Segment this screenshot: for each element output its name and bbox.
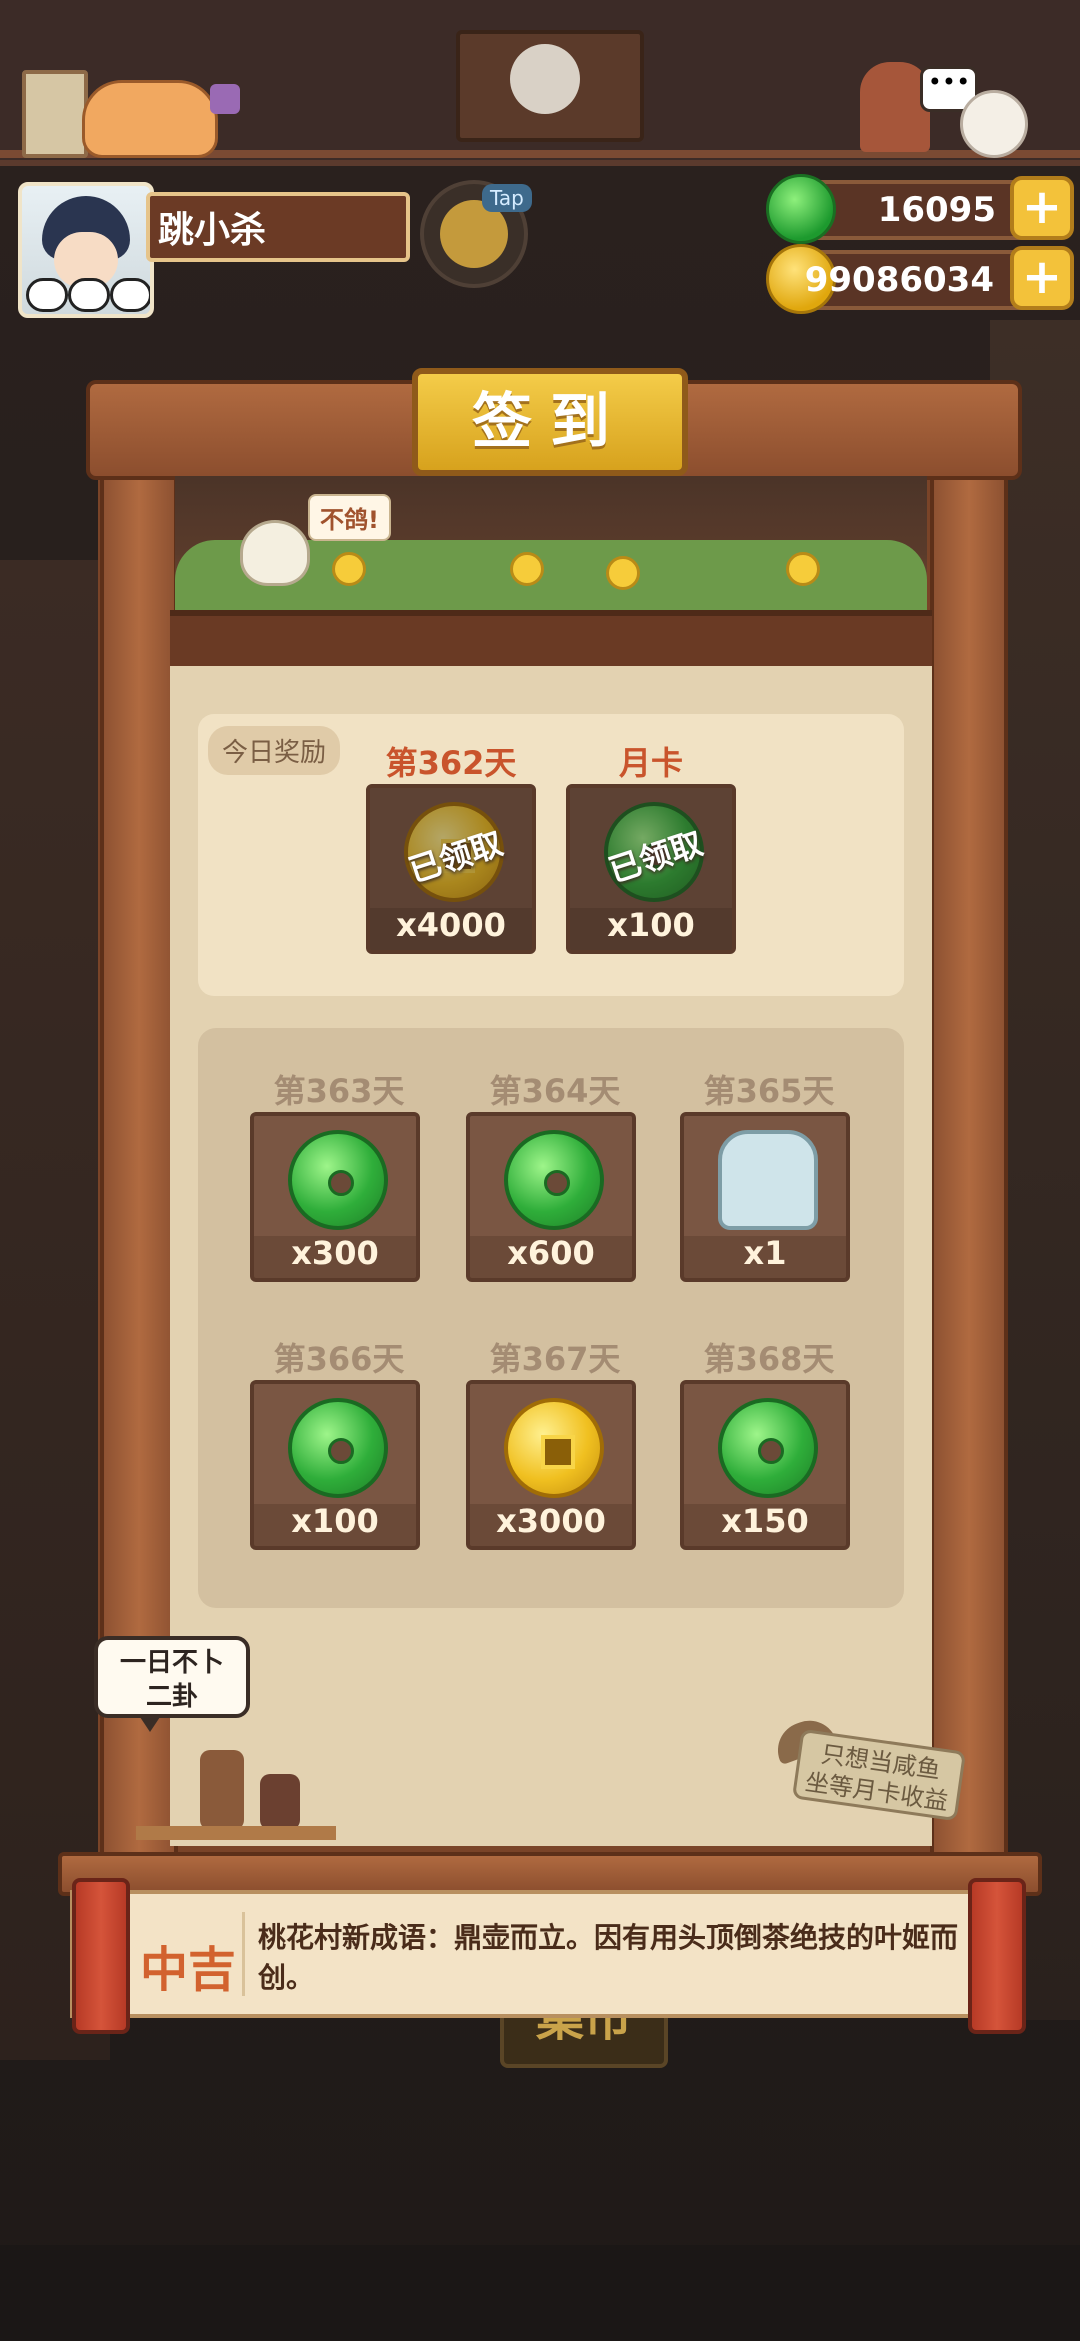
upcoming-reward-slot[interactable]: x600 bbox=[466, 1112, 636, 1282]
chick-icon bbox=[240, 520, 310, 586]
upcoming-reward-slot[interactable]: x300 bbox=[250, 1112, 420, 1282]
upcoming-reward-slot[interactable]: x3000 bbox=[466, 1380, 636, 1550]
shelf-board bbox=[136, 1826, 336, 1840]
jar-icon bbox=[260, 1774, 300, 1830]
panda-icon bbox=[68, 278, 110, 312]
reward-qty: x150 bbox=[721, 1502, 809, 1540]
white-dog-icon bbox=[960, 90, 1028, 158]
add-coin-button[interactable]: + bbox=[1010, 246, 1074, 310]
jade-currency: 16095 + bbox=[766, 174, 1074, 244]
reward-qty: x4000 bbox=[396, 906, 506, 944]
bird-bubble: 不鸽! bbox=[308, 494, 391, 541]
day-label: 第367天 bbox=[489, 1340, 621, 1378]
jars-shelf-icon bbox=[136, 1730, 336, 1840]
flower-icon bbox=[606, 556, 640, 590]
owl-portrait-icon bbox=[510, 44, 580, 114]
coin-currency: 99086034 + bbox=[766, 244, 1074, 314]
bottom-bar bbox=[0, 2245, 1080, 2341]
cat-icon bbox=[82, 80, 218, 158]
anniversary-cake-icon bbox=[718, 1130, 818, 1230]
jade-icon bbox=[766, 174, 836, 244]
day-label: 第363天 bbox=[273, 1072, 405, 1110]
reward-qty: x100 bbox=[607, 906, 695, 944]
monthly-card-slot[interactable]: 已领取 x100 bbox=[566, 784, 736, 954]
jade-amount: 16095 bbox=[877, 190, 996, 230]
reward-qty: x600 bbox=[507, 1234, 595, 1272]
panda-icon bbox=[110, 278, 150, 312]
scroll-end-right bbox=[968, 1878, 1026, 2034]
pawprint-frame-icon bbox=[22, 70, 88, 158]
fortune-text: 桃花村新成语：鼎壶而立。因有用头顶倒茶绝技的叶姬而创。 bbox=[258, 1921, 959, 1994]
day-label: 第368天 bbox=[703, 1340, 835, 1378]
right-post bbox=[930, 430, 1008, 1878]
upcoming-reward-slot[interactable]: x150 bbox=[680, 1380, 850, 1550]
jade-icon bbox=[504, 1130, 604, 1230]
day-label: 第366天 bbox=[273, 1340, 405, 1378]
fortune-divider bbox=[242, 1912, 245, 1996]
fortune-grade: 中吉 bbox=[140, 1942, 237, 1998]
today-tag: 今日奖励 bbox=[208, 726, 341, 775]
jar-icon bbox=[200, 1750, 244, 1830]
reward-qty: x3000 bbox=[496, 1502, 606, 1540]
jade-icon bbox=[718, 1398, 818, 1498]
fortune-teller-speech: 一日不卜 二卦 bbox=[94, 1636, 250, 1732]
coin-icon bbox=[504, 1398, 604, 1498]
reward-qty: x100 bbox=[291, 1502, 379, 1540]
flower-icon bbox=[510, 552, 544, 586]
jade-icon bbox=[288, 1398, 388, 1498]
reward-qty: x300 bbox=[291, 1234, 379, 1272]
upcoming-reward-slot[interactable]: x100 bbox=[250, 1380, 420, 1550]
lantern-icon bbox=[210, 84, 240, 114]
panda-icon bbox=[26, 278, 68, 312]
upcoming-reward-slot[interactable]: x1 bbox=[680, 1112, 850, 1282]
panel-title: 签到 bbox=[412, 368, 688, 476]
scroll-end-left bbox=[72, 1878, 130, 2034]
flower-icon bbox=[786, 552, 820, 586]
add-jade-button[interactable]: + bbox=[1010, 176, 1074, 240]
today-reward-slot[interactable]: 已领取 x4000 bbox=[366, 784, 536, 954]
lintel bbox=[170, 610, 932, 672]
tap-button[interactable]: Tap bbox=[420, 180, 532, 288]
player-name: 跳小杀 bbox=[146, 192, 410, 262]
day-label: 第365天 bbox=[703, 1072, 835, 1110]
jade-icon bbox=[288, 1130, 388, 1230]
speech-line-1: 一日不卜 bbox=[119, 1648, 224, 1678]
reward-qty: x1 bbox=[743, 1234, 787, 1272]
player-avatar[interactable] bbox=[18, 182, 154, 318]
day-label: 第364天 bbox=[489, 1072, 621, 1110]
speech-line-2: 二卦 bbox=[145, 1682, 198, 1712]
background-house-left bbox=[0, 560, 110, 2060]
monthly-card-label: 月卡 bbox=[618, 744, 683, 782]
today-reward-label: 第362天 bbox=[385, 744, 517, 782]
flower-icon bbox=[332, 552, 366, 586]
tap-badge: Tap bbox=[482, 184, 532, 212]
coin-amount: 99086034 bbox=[804, 260, 994, 300]
